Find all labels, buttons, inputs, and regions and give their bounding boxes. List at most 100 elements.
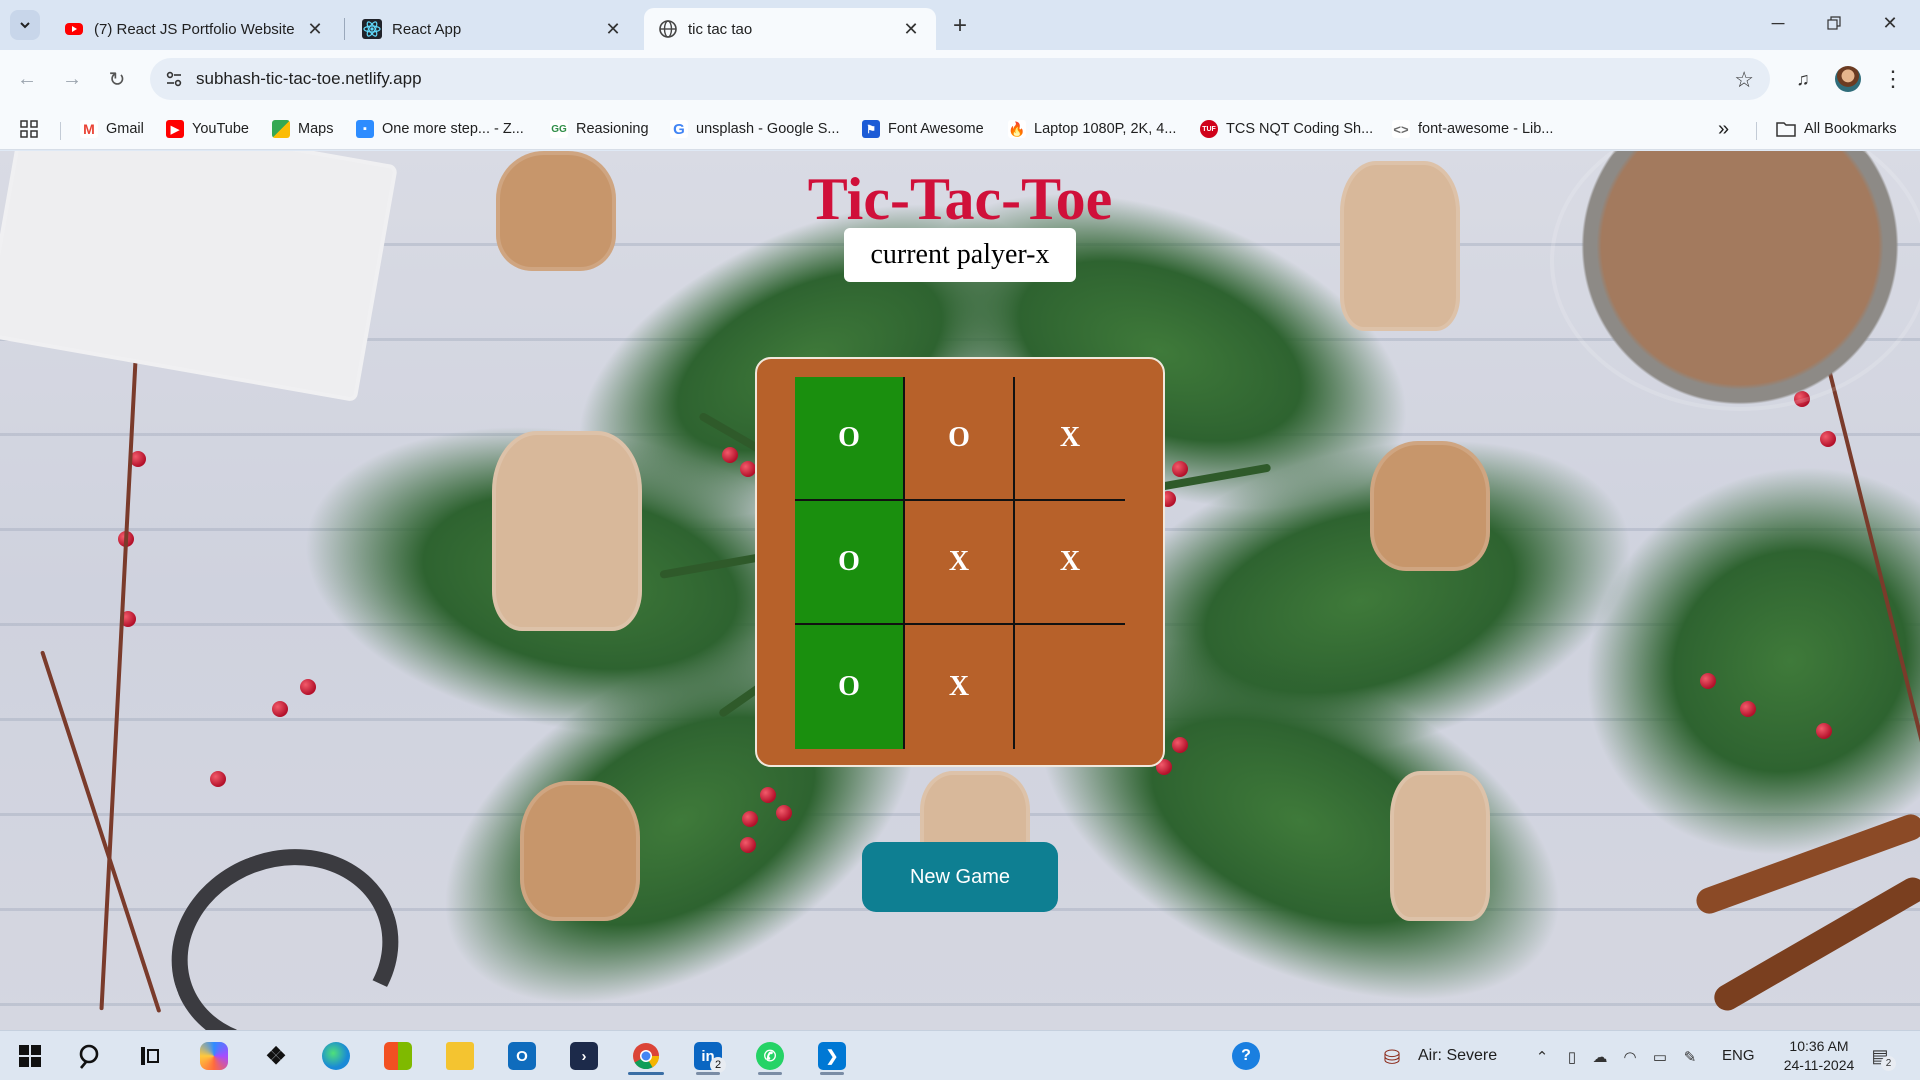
bookmark-label: TCS NQT Coding Sh... bbox=[1226, 121, 1374, 137]
windows-start-icon bbox=[19, 1045, 41, 1067]
reload-button[interactable]: ↻ bbox=[102, 64, 132, 94]
bookmark-youtube[interactable]: ▶ YouTube bbox=[166, 118, 249, 140]
device-icon[interactable]: ▯ bbox=[1562, 1047, 1582, 1067]
board-cell[interactable]: X bbox=[1015, 377, 1125, 501]
minimize-button[interactable]: ─ bbox=[1750, 0, 1806, 46]
copilot-button[interactable] bbox=[194, 1037, 234, 1075]
pen-icon[interactable]: ✎ bbox=[1680, 1047, 1700, 1067]
bookmark-font-awesome-lib[interactable]: <> font-awesome - Lib... bbox=[1392, 118, 1553, 140]
bookmark-tcs-nqt[interactable]: TUF TCS NQT Coding Sh... bbox=[1200, 118, 1373, 140]
minimize-icon: ─ bbox=[1771, 12, 1785, 33]
outlook-button[interactable]: O bbox=[502, 1037, 542, 1075]
windows-taskbar: ❖ O › in 2 ✆ ❯ ? ⛁ Air: Severe ⌃ ▯ ☁ ◠ ▭… bbox=[0, 1030, 1920, 1080]
onedrive-error-icon[interactable]: ☁ bbox=[1590, 1047, 1610, 1067]
whatsapp-icon: ✆ bbox=[756, 1042, 784, 1070]
bookmarks-overflow-button[interactable]: » bbox=[1718, 118, 1729, 140]
linkedin-button[interactable]: in 2 bbox=[688, 1037, 728, 1075]
back-button[interactable]: ← bbox=[12, 64, 42, 94]
bookmark-label: Laptop 1080P, 2K, 4... bbox=[1034, 121, 1177, 137]
game-board: O O X O X X O X bbox=[795, 377, 1125, 749]
bookmark-unsplash[interactable]: Gunsplash - Google S... bbox=[670, 118, 839, 140]
new-game-button[interactable]: New Game bbox=[862, 842, 1058, 912]
clock[interactable]: 10:36 AM 24-11-2024 bbox=[1764, 1037, 1874, 1075]
bookmark-reasioning[interactable]: GG Reasioning bbox=[550, 118, 649, 140]
air-quality-text[interactable]: Air: Severe bbox=[1418, 1047, 1497, 1065]
google-icon: G bbox=[670, 120, 688, 138]
media-queue-icon: ♫ bbox=[1796, 68, 1810, 89]
start-button[interactable] bbox=[10, 1037, 50, 1075]
bookmarks-bar: M Gmail ▶ YouTube Maps ▪ One more step... -… bbox=[0, 108, 1920, 150]
tab-separator bbox=[344, 18, 345, 40]
bookmark-gmail[interactable]: M Gmail bbox=[80, 118, 144, 140]
vscode-button[interactable]: ❯ bbox=[812, 1037, 852, 1075]
dropbox-button[interactable]: ❖ bbox=[256, 1037, 296, 1075]
battery-icon[interactable]: ▭ bbox=[1650, 1047, 1670, 1067]
search-icon bbox=[79, 1044, 99, 1069]
bookmark-font-awesome[interactable]: ⚑ Font Awesome bbox=[862, 118, 984, 140]
tab-react-app[interactable]: React App ✕ bbox=[348, 8, 638, 50]
vscode-icon: ❯ bbox=[818, 1042, 846, 1070]
close-tab-icon[interactable]: ✕ bbox=[900, 18, 922, 40]
game-title: Tic-Tac-Toe bbox=[807, 166, 1113, 232]
bookmark-label: YouTube bbox=[192, 121, 249, 137]
notification-center-button[interactable]: ▤ 2 bbox=[1866, 1043, 1896, 1071]
file-explorer-button[interactable] bbox=[440, 1037, 480, 1075]
task-view-button[interactable] bbox=[130, 1037, 170, 1075]
flame-icon: 🔥 bbox=[1008, 120, 1026, 138]
clock-time: 10:36 AM bbox=[1789, 1038, 1849, 1054]
bookmark-maps[interactable]: Maps bbox=[272, 118, 333, 140]
flag-icon: ⚑ bbox=[862, 120, 880, 138]
restore-button[interactable] bbox=[1806, 0, 1862, 46]
tab-search-button[interactable] bbox=[10, 10, 40, 40]
board-cell[interactable] bbox=[1015, 625, 1125, 749]
search-button[interactable] bbox=[70, 1037, 110, 1075]
close-tab-icon[interactable]: ✕ bbox=[304, 18, 326, 40]
board-cell[interactable]: X bbox=[1015, 501, 1125, 625]
site-info-icon[interactable] bbox=[164, 69, 184, 89]
board-cell[interactable]: O bbox=[795, 377, 905, 501]
bookmark-label: Maps bbox=[298, 121, 334, 137]
board-cell[interactable]: X bbox=[905, 501, 1015, 625]
profile-button[interactable] bbox=[1833, 64, 1863, 94]
bookmark-laptop-wallpapers[interactable]: 🔥 Laptop 1080P, 2K, 4... bbox=[1008, 118, 1176, 140]
restore-icon bbox=[1827, 16, 1841, 30]
store-icon bbox=[384, 1042, 412, 1070]
media-controls-button[interactable]: ♫ bbox=[1788, 64, 1818, 94]
page-content: Tic-Tac-Toe current palyer-x O O X O X X… bbox=[0, 151, 1920, 1030]
close-tab-icon[interactable]: ✕ bbox=[602, 18, 624, 40]
board-cell[interactable]: O bbox=[795, 625, 905, 749]
board-cell[interactable]: O bbox=[795, 501, 905, 625]
address-bar[interactable]: subhash-tic-tac-toe.netlify.app ☆ bbox=[150, 58, 1770, 100]
wifi-icon[interactable]: ◠ bbox=[1620, 1047, 1640, 1067]
whatsapp-button[interactable]: ✆ bbox=[750, 1037, 790, 1075]
help-button[interactable]: ? bbox=[1226, 1037, 1266, 1075]
show-hidden-icons-button[interactable]: ⌃ bbox=[1532, 1047, 1552, 1067]
forward-arrow-icon: → bbox=[62, 67, 82, 90]
chrome-button[interactable] bbox=[626, 1037, 666, 1075]
all-bookmarks-button[interactable]: All Bookmarks bbox=[1776, 118, 1897, 140]
store-button[interactable] bbox=[378, 1037, 418, 1075]
tab-title: tic tac tao bbox=[688, 20, 753, 38]
dropbox-icon: ❖ bbox=[265, 1042, 287, 1070]
board-cell[interactable]: X bbox=[905, 625, 1015, 749]
tab-strip: (7) React JS Portfolio Website U ✕ React… bbox=[0, 0, 1920, 50]
menu-button[interactable]: ⋮ bbox=[1878, 64, 1908, 94]
bookmark-zoom[interactable]: ▪ One more step... - Z... bbox=[356, 118, 524, 140]
new-tab-button[interactable]: + bbox=[946, 12, 974, 40]
bookmark-star-icon[interactable]: ☆ bbox=[1734, 67, 1754, 93]
tab-title: (7) React JS Portfolio Website U bbox=[94, 20, 298, 38]
url-text[interactable]: subhash-tic-tac-toe.netlify.app bbox=[196, 69, 422, 89]
apps-button[interactable] bbox=[20, 118, 38, 140]
language-indicator[interactable]: ENG bbox=[1722, 1047, 1755, 1064]
tab-tic-tac-tao[interactable]: tic tac tao ✕ bbox=[644, 8, 936, 50]
powershell-button[interactable]: › bbox=[564, 1037, 604, 1075]
forward-button[interactable]: → bbox=[57, 64, 87, 94]
board-cell[interactable]: O bbox=[905, 377, 1015, 501]
chrome-icon bbox=[633, 1043, 660, 1070]
close-window-button[interactable]: ✕ bbox=[1862, 0, 1918, 46]
air-quality-icon[interactable]: ⛁ bbox=[1380, 1044, 1404, 1070]
tab-youtube[interactable]: (7) React JS Portfolio Website U ✕ bbox=[50, 8, 340, 50]
plus-icon: + bbox=[952, 12, 967, 39]
edge-button[interactable] bbox=[316, 1037, 356, 1075]
bookmark-label: One more step... - Z... bbox=[382, 121, 524, 137]
